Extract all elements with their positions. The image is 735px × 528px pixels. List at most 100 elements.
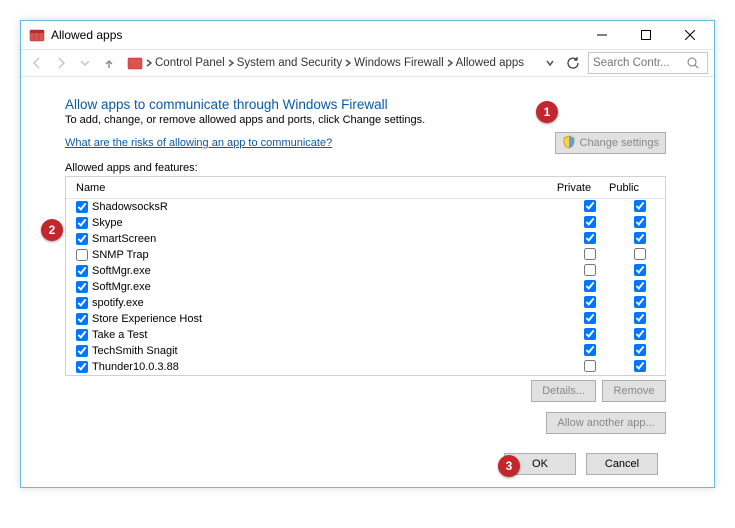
page-heading: Allow apps to communicate through Window… (65, 97, 666, 112)
private-checkbox[interactable] (584, 296, 596, 308)
back-button[interactable] (27, 53, 47, 73)
maximize-button[interactable] (624, 21, 668, 49)
private-checkbox[interactable] (584, 344, 596, 356)
public-checkbox[interactable] (634, 312, 646, 324)
breadcrumb-item[interactable]: Windows Firewall (354, 57, 443, 69)
app-enable-checkbox[interactable] (76, 345, 88, 357)
details-button[interactable]: Details... (531, 380, 596, 402)
risk-link[interactable]: What are the risks of allowing an app to… (65, 137, 332, 149)
chevron-right-icon (145, 59, 153, 67)
refresh-button[interactable] (562, 56, 584, 70)
public-checkbox[interactable] (634, 264, 646, 276)
table-row[interactable]: ShadowsocksR (66, 199, 665, 215)
breadcrumb-item[interactable]: Control Panel (155, 57, 225, 69)
app-name: spotify.exe (92, 297, 144, 309)
private-checkbox[interactable] (584, 232, 596, 244)
breadcrumb-item[interactable]: Allowed apps (456, 57, 524, 69)
search-box[interactable] (588, 52, 708, 74)
public-checkbox[interactable] (634, 248, 646, 260)
app-name: ShadowsocksR (92, 201, 168, 213)
private-checkbox[interactable] (584, 216, 596, 228)
private-checkbox[interactable] (584, 280, 596, 292)
app-name: SoftMgr.exe (92, 265, 151, 277)
shield-icon (562, 135, 576, 152)
change-settings-label: Change settings (580, 137, 660, 149)
annotation-badge-2: 2 (41, 219, 63, 241)
remove-button[interactable]: Remove (602, 380, 666, 402)
group-label: Allowed apps and features: (65, 162, 666, 174)
app-name: TechSmith Snagit (92, 345, 178, 357)
public-checkbox[interactable] (634, 296, 646, 308)
allow-another-app-button[interactable]: Allow another app... (546, 412, 666, 434)
chevron-right-icon (446, 59, 454, 67)
up-button[interactable] (99, 53, 119, 73)
app-enable-checkbox[interactable] (76, 329, 88, 341)
private-checkbox[interactable] (584, 264, 596, 276)
breadcrumb-item[interactable]: System and Security (237, 57, 342, 69)
app-enable-checkbox[interactable] (76, 201, 88, 213)
app-name: SNMP Trap (92, 249, 149, 261)
table-row[interactable]: Skype (66, 215, 665, 231)
app-enable-checkbox[interactable] (76, 233, 88, 245)
table-row[interactable]: TechSmith Snagit (66, 343, 665, 359)
content: Allow apps to communicate through Window… (21, 77, 714, 442)
firewall-icon (29, 27, 45, 43)
apps-listbox: Name Private Public ShadowsocksR Skype Sma… (65, 176, 666, 376)
private-checkbox[interactable] (584, 248, 596, 260)
app-enable-checkbox[interactable] (76, 361, 88, 373)
forward-button[interactable] (51, 53, 71, 73)
private-checkbox[interactable] (584, 312, 596, 324)
chevron-right-icon (227, 59, 235, 67)
public-checkbox[interactable] (634, 216, 646, 228)
table-row[interactable]: Thunder10.0.3.88 (66, 359, 665, 375)
column-public[interactable]: Public (599, 182, 649, 194)
public-checkbox[interactable] (634, 344, 646, 356)
public-checkbox[interactable] (634, 360, 646, 372)
table-row[interactable]: Store Experience Host (66, 311, 665, 327)
app-enable-checkbox[interactable] (76, 217, 88, 229)
cancel-button[interactable]: Cancel (586, 453, 658, 475)
firewall-icon (127, 55, 143, 71)
app-name: Take a Test (92, 329, 147, 341)
footer: OK Cancel (504, 453, 658, 475)
breadcrumb[interactable]: Control Panel System and Security Window… (123, 55, 558, 71)
public-checkbox[interactable] (634, 328, 646, 340)
app-name: SmartScreen (92, 233, 156, 245)
app-name: Skype (92, 217, 123, 229)
search-icon (687, 57, 699, 69)
app-enable-checkbox[interactable] (76, 281, 88, 293)
search-input[interactable] (593, 57, 683, 69)
table-row[interactable]: Take a Test (66, 327, 665, 343)
table-row[interactable]: spotify.exe (66, 295, 665, 311)
nav-toolbar: Control Panel System and Security Window… (21, 49, 714, 77)
app-name: Store Experience Host (92, 313, 202, 325)
private-checkbox[interactable] (584, 328, 596, 340)
private-checkbox[interactable] (584, 360, 596, 372)
public-checkbox[interactable] (634, 200, 646, 212)
column-name[interactable]: Name (66, 182, 549, 194)
table-row[interactable]: SoftMgr.exe (66, 279, 665, 295)
public-checkbox[interactable] (634, 280, 646, 292)
close-button[interactable] (668, 21, 712, 49)
chevron-down-icon[interactable] (546, 59, 554, 67)
public-checkbox[interactable] (634, 232, 646, 244)
annotation-badge-3: 3 (498, 455, 520, 477)
app-enable-checkbox[interactable] (76, 297, 88, 309)
app-name: Thunder10.0.3.88 (92, 361, 179, 373)
list-header: Name Private Public (66, 177, 665, 199)
app-enable-checkbox[interactable] (76, 313, 88, 325)
table-row[interactable]: SNMP Trap (66, 247, 665, 263)
app-enable-checkbox[interactable] (76, 249, 88, 261)
column-private[interactable]: Private (549, 182, 599, 194)
app-enable-checkbox[interactable] (76, 265, 88, 277)
minimize-button[interactable] (580, 21, 624, 49)
table-row[interactable]: SmartScreen (66, 231, 665, 247)
private-checkbox[interactable] (584, 200, 596, 212)
change-settings-button[interactable]: Change settings (555, 132, 667, 154)
page-subtext: To add, change, or remove allowed apps a… (65, 114, 666, 126)
recent-dropdown[interactable] (75, 53, 95, 73)
annotation-badge-1: 1 (536, 101, 558, 123)
app-name: SoftMgr.exe (92, 281, 151, 293)
table-row[interactable]: SoftMgr.exe (66, 263, 665, 279)
list-body[interactable]: ShadowsocksR Skype SmartScreen SNMP Trap Sof… (66, 199, 665, 375)
